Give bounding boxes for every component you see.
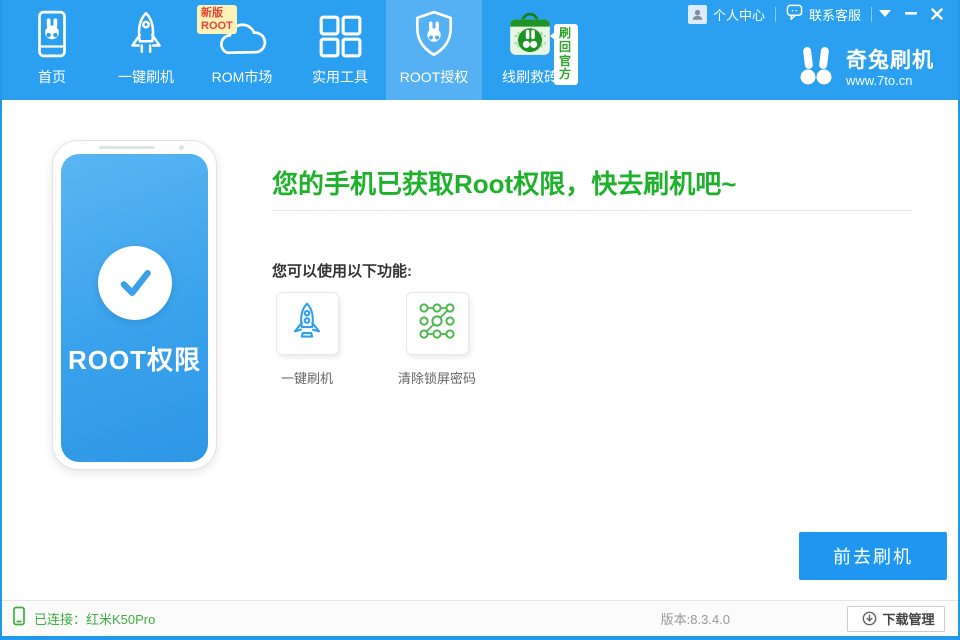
download-manager-label: 下载管理	[882, 609, 934, 628]
brand-domain: www.7to.cn	[846, 73, 934, 88]
phone-speaker	[99, 146, 155, 149]
close-button[interactable]	[924, 0, 950, 28]
nav-label: 一键刷机	[118, 67, 174, 87]
home-phone-rabbit-icon	[31, 9, 73, 59]
success-check-icon	[98, 246, 172, 320]
connection-status: 已连接：红米K50Pro	[12, 606, 155, 631]
nav-item-brick-rescue[interactable]: 刷回 官方 线刷救砖	[482, 0, 578, 100]
download-manager-button[interactable]: 下载管理	[847, 606, 945, 632]
titlebar: 个人中心 联系客服	[678, 0, 950, 28]
one-key-flash-card[interactable]	[276, 292, 339, 355]
nav-item-one-key-flash[interactable]: 一键刷机	[102, 0, 190, 100]
nav-label: 线刷救砖	[502, 67, 558, 87]
feature-one-key-flash: 一键刷机	[242, 292, 372, 387]
status-bar: 已连接：红米K50Pro 版本:8.3.4.0 下载管理	[2, 600, 958, 636]
phone-camera-dot	[179, 145, 184, 150]
official-flash-badge: 刷回 官方	[554, 24, 578, 85]
chat-bubble-icon	[786, 4, 803, 25]
rabbit-logo-icon	[795, 46, 837, 91]
shield-rabbit-icon	[411, 9, 457, 59]
contact-support[interactable]: 联系客服	[776, 0, 871, 28]
app-header: 首页 一键刷机 新版 ROOT	[2, 0, 958, 100]
brand-logo: 奇兔刷机 www.7to.cn	[795, 46, 934, 91]
rocket-icon	[123, 9, 169, 59]
connected-phone-icon	[12, 606, 26, 631]
nav-label: ROOT授权	[400, 67, 468, 87]
app-window: 首页 一键刷机 新版 ROOT	[0, 0, 960, 640]
page-title: 您的手机已获取Root权限，快去刷机吧~	[272, 164, 736, 201]
nav-item-root-auth[interactable]: ROOT授权	[386, 0, 482, 100]
user-center-label: 个人中心	[713, 5, 765, 24]
feature-clear-lock: 清除锁屏密码	[372, 292, 502, 387]
phone-illustration: ROOT权限	[52, 140, 217, 470]
divider	[272, 210, 912, 211]
clear-lock-card[interactable]	[406, 292, 469, 355]
pattern-lock-icon	[417, 301, 457, 346]
menu-dropdown-button[interactable]	[872, 0, 898, 28]
version-text: 版本:8.3.4.0	[661, 609, 730, 628]
go-flash-button[interactable]: 前去刷机	[799, 532, 947, 580]
nav-label: 实用工具	[312, 67, 368, 87]
brand-name: 奇兔刷机	[846, 49, 934, 72]
new-root-badge: 新版 ROOT	[197, 5, 237, 34]
minimize-button[interactable]	[898, 0, 924, 28]
root-permission-label: ROOT权限	[61, 340, 208, 377]
nav-label: 首页	[38, 67, 66, 87]
grid-tools-icon	[317, 13, 363, 59]
contact-support-label: 联系客服	[809, 5, 861, 24]
nav-label: ROM市场	[212, 67, 273, 87]
main-content: ROOT权限 您的手机已获取Root权限，快去刷机吧~ 您可以使用以下功能:	[2, 100, 958, 600]
user-avatar	[688, 5, 707, 24]
nav-item-tools[interactable]: 实用工具	[294, 0, 386, 100]
connection-text: 已连接：红米K50Pro	[34, 609, 155, 628]
user-center[interactable]: 个人中心	[678, 0, 775, 28]
download-icon	[862, 611, 877, 626]
feature-label: 一键刷机	[281, 368, 333, 387]
feature-label: 清除锁屏密码	[398, 368, 476, 387]
features-subtitle: 您可以使用以下功能:	[272, 260, 412, 281]
nav-item-rom-market[interactable]: 新版 ROOT ROM市场	[190, 0, 294, 100]
main-nav: 首页 一键刷机 新版 ROOT	[2, 0, 578, 100]
phone-screen: ROOT权限	[61, 154, 208, 462]
nav-item-home[interactable]: 首页	[2, 0, 102, 100]
rocket-blue-icon	[288, 300, 326, 347]
